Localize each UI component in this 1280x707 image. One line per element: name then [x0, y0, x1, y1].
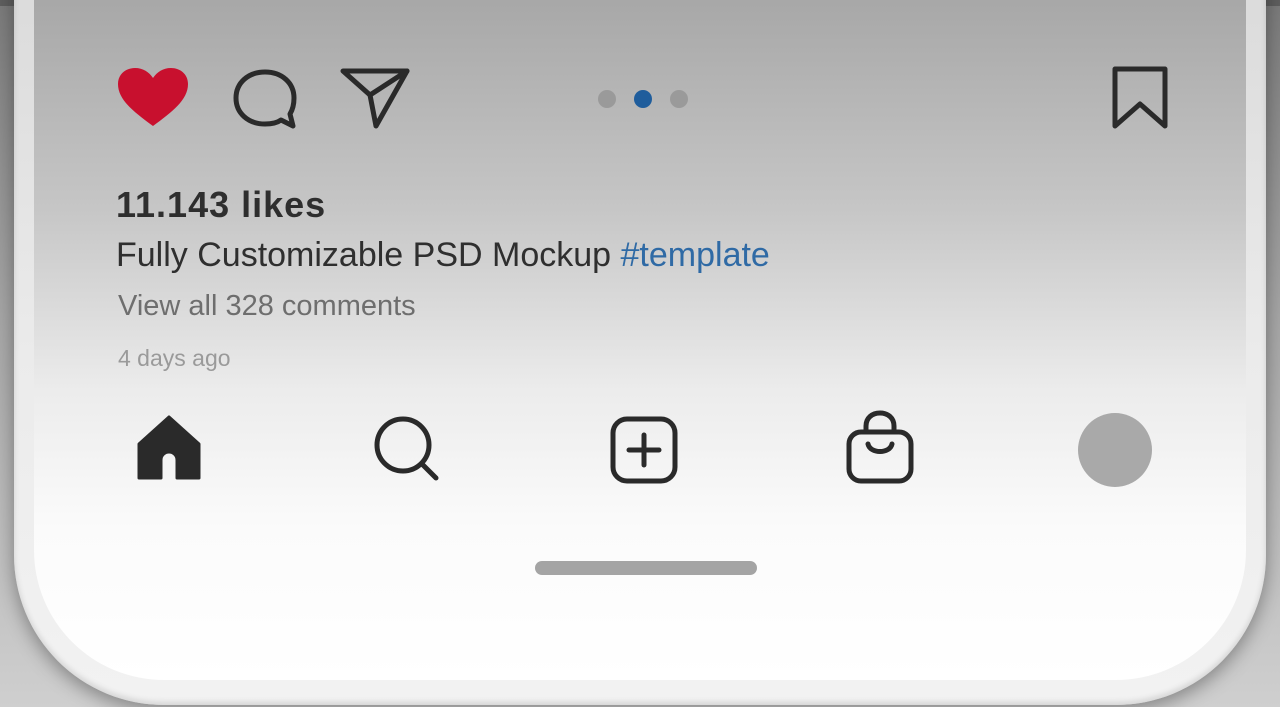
post-caption: Fully Customizable PSD Mockup #template: [116, 236, 770, 275]
carousel-dot[interactable]: [670, 90, 688, 108]
caption-text: Fully Customizable PSD Mockup: [116, 236, 612, 274]
add-post-icon[interactable]: [610, 416, 678, 484]
home-indicator-bar: [535, 561, 757, 575]
caption-hashtag[interactable]: #template: [621, 236, 770, 274]
profile-avatar[interactable]: [1078, 413, 1152, 487]
paper-plane-icon[interactable]: [340, 66, 410, 130]
bookmark-icon[interactable]: [1110, 66, 1170, 130]
shopping-bag-icon[interactable]: [846, 410, 914, 484]
search-icon[interactable]: [372, 414, 442, 484]
carousel-indicator: [598, 89, 688, 109]
post-timestamp: 4 days ago: [118, 345, 231, 371]
likes-count[interactable]: 11.143 likes: [116, 184, 326, 226]
carousel-dot[interactable]: [598, 90, 616, 108]
comment-bubble-icon[interactable]: [232, 68, 298, 132]
heart-icon[interactable]: [116, 66, 190, 130]
phone-mockup: 11.143 likes Fully Customizable PSD Mock…: [0, 0, 1280, 707]
view-comments-link[interactable]: View all 328 comments: [118, 290, 416, 323]
home-icon[interactable]: [137, 414, 201, 480]
carousel-dot-active[interactable]: [634, 90, 652, 108]
